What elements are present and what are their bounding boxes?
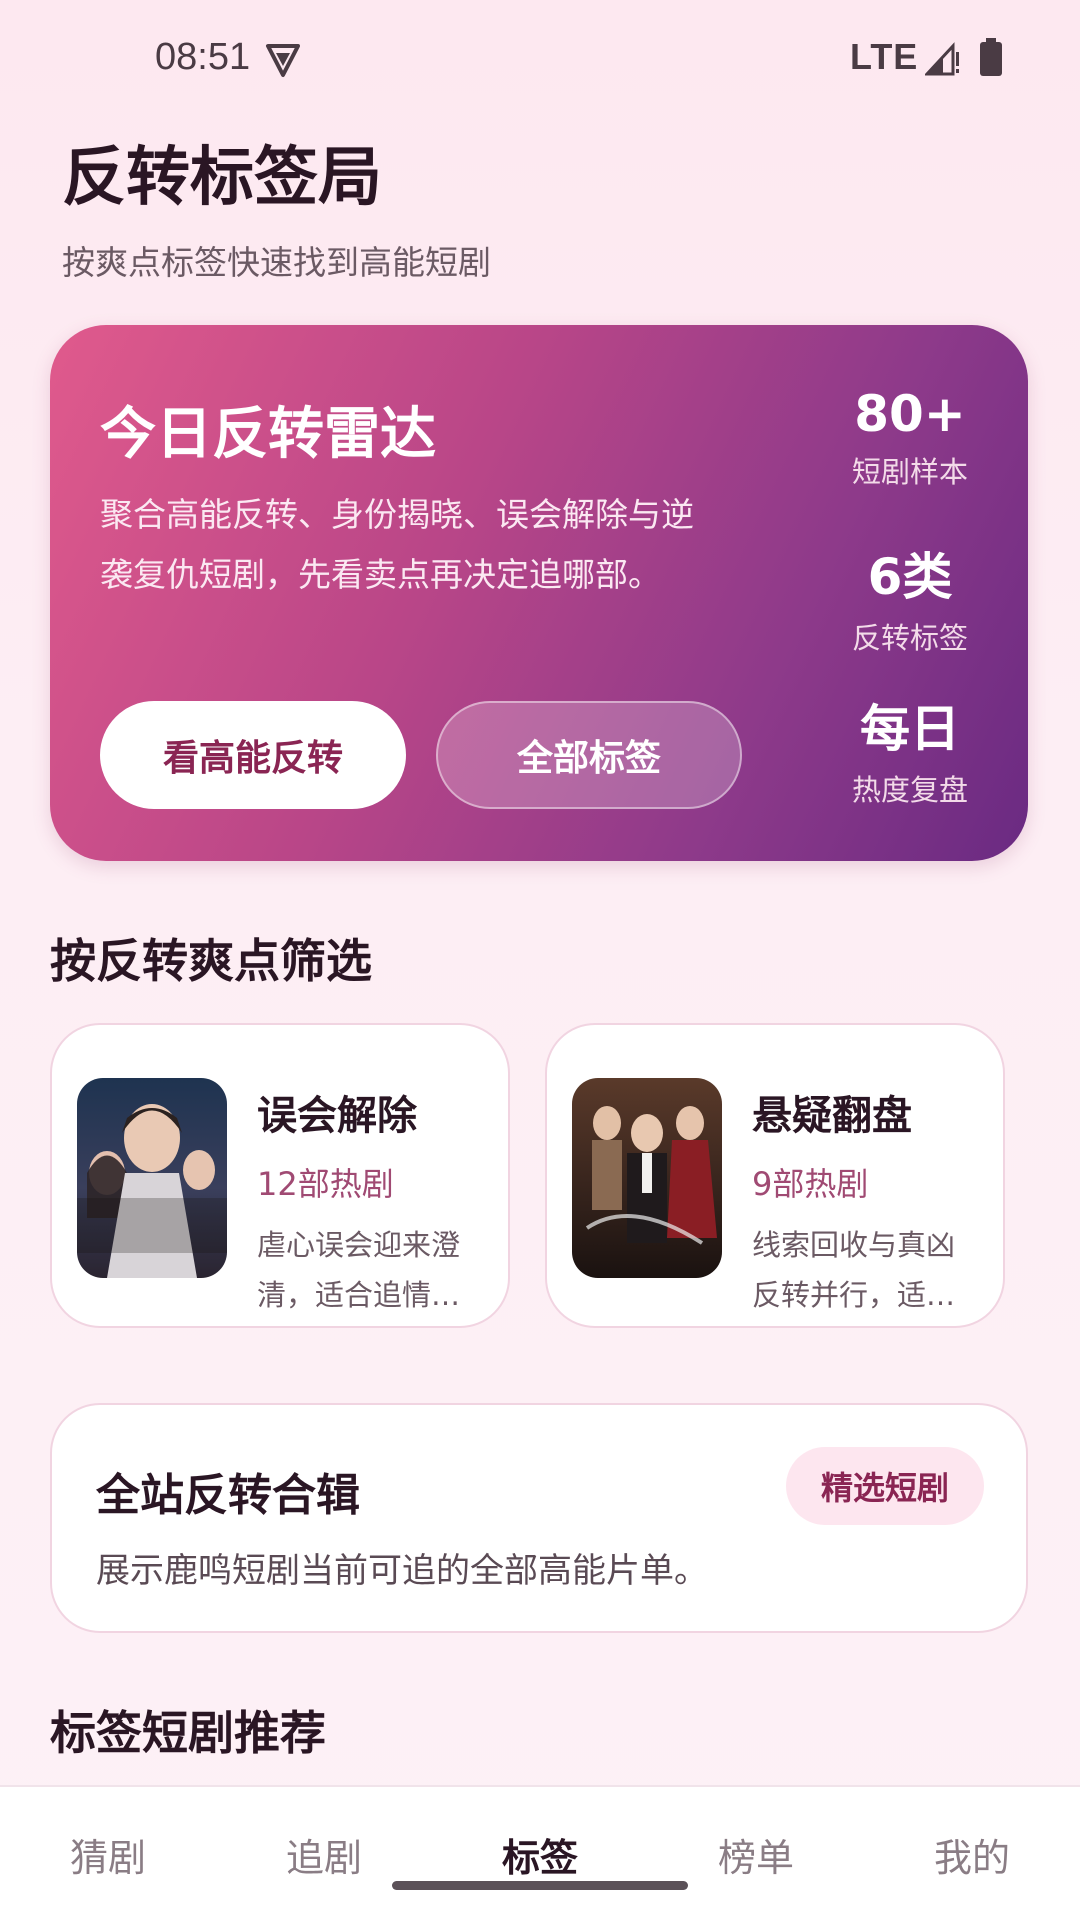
drama-poster [572, 1078, 722, 1278]
collection-title: 全站反转合辑 [96, 1470, 360, 1521]
nav-item-follow[interactable]: 追剧 [216, 1827, 432, 1882]
recommend-section-title: 标签短剧推荐 [50, 1706, 326, 1760]
vpn-shield-icon [266, 44, 300, 77]
filter-card-name: 误会解除 [257, 1093, 417, 1139]
stat-tag-types: 6类 反转标签 [760, 537, 1060, 657]
home-indicator[interactable] [392, 1881, 688, 1890]
filter-card-count: 9部热剧 [752, 1165, 869, 1203]
hero-title: 今日反转雷达 [100, 402, 436, 467]
filter-card-mystery-comeback[interactable]: 悬疑翻盘 9部热剧 线索回收与真凶反转并行，适… [545, 1023, 1005, 1328]
collection-description: 展示鹿鸣短剧当前可追的全部高能片单。 [96, 1551, 708, 1591]
stat-samples: 80+ 短剧样本 [760, 385, 1060, 491]
filter-section-title: 按反转爽点筛选 [50, 934, 372, 988]
battery-icon [980, 38, 1002, 76]
site-reversal-collection-card[interactable]: 全站反转合辑 精选短剧 展示鹿鸣短剧当前可追的全部高能片单。 [50, 1403, 1028, 1633]
signal-icon [925, 42, 959, 76]
filter-card-name: 悬疑翻盘 [752, 1093, 912, 1139]
hero-description: 聚合高能反转、身份揭晓、误会解除与逆袭复仇短剧，先看卖点再决定追哪部。 [100, 495, 694, 594]
status-time: 08:51 [155, 36, 251, 78]
page-subtitle: 按爽点标签快速找到高能短剧 [62, 243, 491, 282]
stat-label: 短剧样本 [851, 455, 968, 489]
filter-card-description: 虐心误会迎来澄清，适合追情… [257, 1228, 461, 1312]
network-type: LTE [850, 36, 919, 77]
nav-item-tags[interactable]: 标签 [432, 1827, 648, 1882]
status-bar: 08:51 LTE [0, 0, 1080, 110]
filter-card-description: 线索回收与真凶反转并行，适… [752, 1228, 956, 1312]
stat-value: 6类 [867, 548, 953, 606]
stat-value: 每日 [860, 700, 960, 758]
filter-card-misunderstanding[interactable]: 误会解除 12部热剧 虐心误会迎来澄清，适合追情… [50, 1023, 510, 1328]
bottom-navigation: 猜剧 追剧 标签 榜单 我的 [0, 1785, 1080, 1920]
nav-item-mine[interactable]: 我的 [864, 1827, 1080, 1882]
high-energy-reversal-button[interactable]: 看高能反转 [100, 701, 406, 809]
featured-drama-badge[interactable]: 精选短剧 [786, 1447, 984, 1525]
all-tags-button[interactable]: 全部标签 [436, 701, 742, 809]
stat-value: 80+ [854, 385, 966, 443]
nav-item-rankings[interactable]: 榜单 [648, 1827, 864, 1882]
filter-card-count: 12部热剧 [257, 1165, 394, 1203]
page-title: 反转标签局 [62, 141, 382, 215]
nav-item-guess[interactable]: 猜剧 [0, 1827, 216, 1882]
stat-label: 热度复盘 [851, 773, 968, 807]
drama-poster [77, 1078, 227, 1278]
stat-label: 反转标签 [851, 621, 968, 655]
stat-daily: 每日 热度复盘 [760, 689, 1060, 809]
reversal-radar-card: 今日反转雷达 聚合高能反转、身份揭晓、误会解除与逆袭复仇短剧，先看卖点再决定追哪… [50, 325, 1028, 861]
